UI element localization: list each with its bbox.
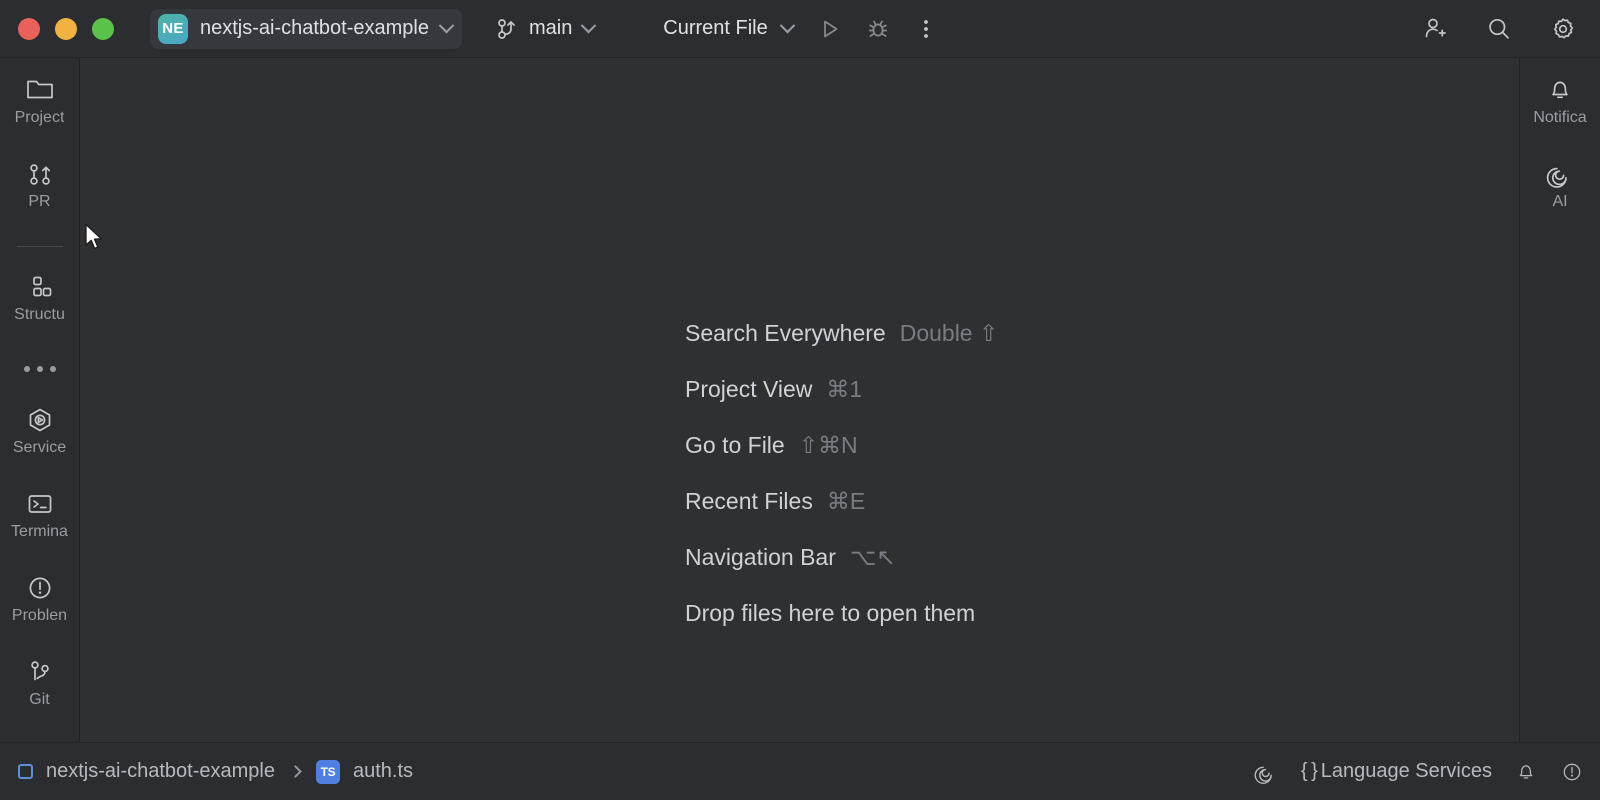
more-horizontal-icon xyxy=(36,366,43,373)
search-button[interactable] xyxy=(1478,11,1520,47)
exclamation-circle-icon[interactable] xyxy=(1560,760,1584,784)
hint-shortcut: Double ⇧ xyxy=(899,320,999,346)
sidebar-item-label: Problen xyxy=(11,608,68,624)
run-configuration-label: Current File xyxy=(663,17,768,39)
left-tool-sidebar: Project PR Structu Service Termina Probl… xyxy=(0,58,80,742)
breadcrumb: nextjs-ai-chatbot-example TS auth.ts xyxy=(18,759,413,784)
status-bar: nextjs-ai-chatbot-example TS auth.ts { }… xyxy=(0,742,1600,800)
hint-go-to-file[interactable]: Go to File ⇧⌘N xyxy=(685,432,998,488)
run-configuration-selector[interactable]: Current File xyxy=(653,12,802,45)
ai-spiral-icon[interactable] xyxy=(1253,759,1279,785)
sidebar-item-label: Termina xyxy=(11,524,68,540)
hint-search-everywhere[interactable]: Search Everywhere Double ⇧ xyxy=(685,320,998,376)
git-icon xyxy=(25,658,55,686)
ide-window: NE nextjs-ai-chatbot-example main Curren… xyxy=(0,0,1600,800)
problems-icon xyxy=(25,574,55,602)
debug-button[interactable] xyxy=(857,11,899,47)
hint-label: Drop files here to open them xyxy=(685,600,976,626)
sidebar-item-label: Service xyxy=(12,440,67,456)
sidebar-item-ai[interactable]: AI xyxy=(1520,160,1600,222)
more-horizontal-icon xyxy=(23,366,30,373)
add-user-button[interactable] xyxy=(1414,11,1456,47)
sidebar-item-project[interactable]: Project xyxy=(0,76,79,138)
editor-hints-list: Search Everywhere Double ⇧ Project View … xyxy=(685,320,998,656)
main-area: Project PR Structu Service Termina Probl… xyxy=(0,58,1600,742)
sidebar-item-terminal[interactable]: Termina xyxy=(0,490,79,552)
notifications-bell-button[interactable] xyxy=(1514,760,1538,784)
project-badge: NE xyxy=(158,13,188,44)
debug-icon xyxy=(867,18,889,40)
right-tool-sidebar: Notifica AI xyxy=(1520,58,1600,742)
hint-shortcut: ⌥↖ xyxy=(849,544,896,570)
sidebar-divider xyxy=(16,246,63,247)
braces-icon: { } xyxy=(1300,760,1318,782)
hint-project-view[interactable]: Project View ⌘1 xyxy=(685,376,998,432)
hint-recent-files[interactable]: Recent Files ⌘E xyxy=(685,488,998,544)
hint-navigation-bar[interactable]: Navigation Bar ⌥↖ xyxy=(685,544,998,600)
run-icon xyxy=(819,18,841,40)
chevron-down-icon xyxy=(779,17,796,34)
folder-icon xyxy=(25,76,55,104)
minimize-button[interactable] xyxy=(55,17,77,40)
hint-label: Search Everywhere xyxy=(685,320,886,346)
more-actions-button[interactable] xyxy=(905,11,947,47)
breadcrumb-project[interactable]: nextjs-ai-chatbot-example xyxy=(46,760,275,783)
hint-label: Navigation Bar xyxy=(685,544,836,570)
settings-button[interactable] xyxy=(1542,11,1584,47)
terminal-icon xyxy=(25,490,55,518)
hint-label: Recent Files xyxy=(685,488,813,514)
sidebar-item-pr[interactable]: PR xyxy=(0,160,79,222)
sidebar-item-problems[interactable]: Problen xyxy=(0,574,79,636)
bell-icon xyxy=(1545,76,1575,104)
search-icon xyxy=(1486,16,1512,42)
sidebar-item-structure[interactable]: Structu xyxy=(0,273,79,335)
branch-name: main xyxy=(529,17,573,39)
project-name: nextjs-ai-chatbot-example xyxy=(200,17,429,39)
hint-label: Project View xyxy=(685,376,813,402)
file-type-badge: TS xyxy=(316,759,340,784)
sidebar-item-label: Structu xyxy=(14,306,65,323)
sidebar-item-label: Git xyxy=(29,692,50,708)
sidebar-item-git[interactable]: Git xyxy=(0,658,79,720)
language-services-label: Language Services xyxy=(1320,760,1492,782)
mouse-cursor xyxy=(84,223,106,253)
structure-icon xyxy=(25,273,55,301)
title-bar-actions xyxy=(1408,0,1584,57)
chevron-down-icon xyxy=(581,17,597,34)
sidebar-item-label: PR xyxy=(28,194,51,210)
more-vertical-icon xyxy=(923,18,929,40)
sidebar-item-notifications[interactable]: Notifica xyxy=(1520,76,1600,138)
chevron-down-icon xyxy=(438,17,455,34)
breadcrumb-file[interactable]: auth.ts xyxy=(353,760,413,783)
sidebar-item-label: AI xyxy=(1552,194,1568,210)
ai-spiral-icon xyxy=(1545,160,1575,188)
hint-shortcut: ⌘E xyxy=(826,488,866,514)
sidebar-item-more[interactable] xyxy=(23,357,56,382)
chevron-right-icon xyxy=(289,765,302,778)
language-services-widget[interactable]: { } Language Services xyxy=(1301,760,1492,783)
hint-shortcut: ⌘1 xyxy=(826,376,863,402)
title-bar: NE nextjs-ai-chatbot-example main Curren… xyxy=(0,0,1600,58)
gear-icon xyxy=(1550,16,1576,42)
pull-request-icon xyxy=(25,160,55,188)
close-button[interactable] xyxy=(18,17,40,40)
more-horizontal-icon xyxy=(49,366,56,373)
services-icon xyxy=(25,406,55,434)
branch-selector[interactable]: main xyxy=(488,12,602,46)
project-square-icon xyxy=(18,764,33,779)
branch-icon xyxy=(496,17,518,41)
project-selector[interactable]: NE nextjs-ai-chatbot-example xyxy=(150,8,462,49)
zoom-button[interactable] xyxy=(92,17,114,40)
editor-empty-state[interactable]: Search Everywhere Double ⇧ Project View … xyxy=(80,58,1520,742)
status-bar-widgets: { } Language Services xyxy=(1253,759,1584,785)
sidebar-item-services[interactable]: Service xyxy=(0,406,79,468)
run-button[interactable] xyxy=(809,11,851,47)
hint-shortcut: ⇧⌘N xyxy=(798,432,858,458)
hint-label: Go to File xyxy=(685,432,785,458)
sidebar-item-label: Notifica xyxy=(1533,110,1587,126)
window-controls xyxy=(0,17,114,40)
sidebar-item-label: Project xyxy=(14,110,65,126)
add-user-icon xyxy=(1422,16,1448,42)
hint-drop-files: Drop files here to open them xyxy=(685,600,998,656)
